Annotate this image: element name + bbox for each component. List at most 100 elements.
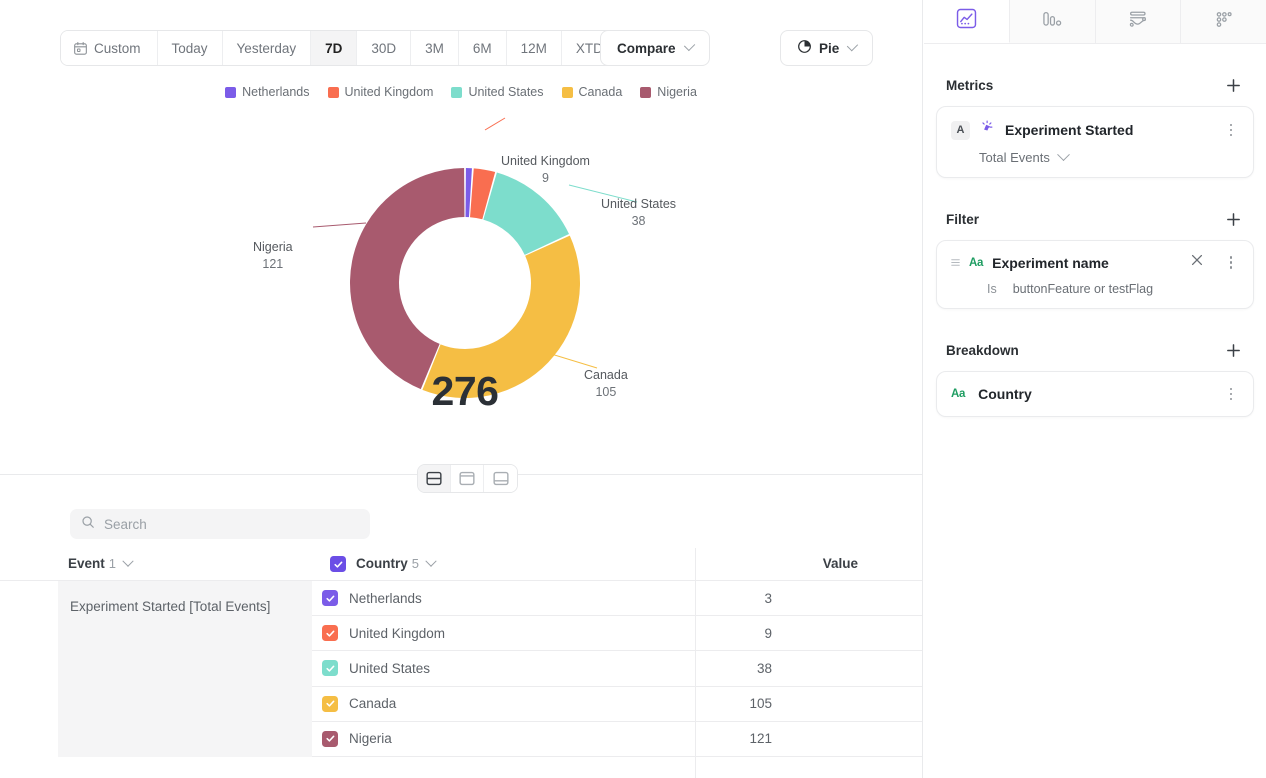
drag-handle-icon[interactable] bbox=[951, 257, 960, 269]
add-filter-button[interactable] bbox=[1222, 208, 1244, 230]
column-header-event[interactable]: Event1 bbox=[0, 555, 330, 573]
search-input[interactable] bbox=[104, 517, 359, 532]
remove-filter-button[interactable] bbox=[1190, 253, 1204, 272]
row-label: United Kingdom bbox=[349, 626, 445, 641]
date-range-label: 3M bbox=[425, 41, 444, 56]
row-value: 121 bbox=[609, 731, 836, 746]
add-breakdown-button[interactable] bbox=[1222, 339, 1244, 361]
row-value: 3 bbox=[609, 591, 836, 606]
date-range-today-button[interactable]: Today bbox=[158, 31, 223, 65]
table-row-name-cell: United States bbox=[312, 660, 609, 676]
tab-bar-chart[interactable] bbox=[1010, 0, 1096, 43]
compare-button[interactable]: Compare bbox=[600, 30, 710, 66]
chart-type-button[interactable]: Pie bbox=[780, 30, 873, 66]
search-icon bbox=[81, 515, 95, 534]
add-metric-button[interactable] bbox=[1222, 74, 1244, 96]
donut-slice-label-value: 38 bbox=[601, 213, 676, 230]
date-range-label: 12M bbox=[521, 41, 547, 56]
filter-options-button[interactable] bbox=[1223, 256, 1239, 269]
donut-slice-label-value: 121 bbox=[253, 256, 293, 273]
table-row-name-cell: Netherlands bbox=[312, 590, 609, 606]
donut-total-value: 276 bbox=[415, 368, 515, 415]
breakdown-options-button[interactable] bbox=[1223, 388, 1239, 401]
donut-slice-label: Nigeria 121 bbox=[253, 239, 293, 273]
legend-item[interactable]: Nigeria bbox=[640, 85, 697, 99]
row-value: 38 bbox=[609, 661, 836, 676]
date-range-6m-button[interactable]: 6M bbox=[459, 31, 507, 65]
tab-line-chart[interactable] bbox=[924, 0, 1010, 43]
date-range-30d-button[interactable]: 30D bbox=[357, 31, 411, 65]
column-header-country[interactable]: Country5 bbox=[330, 555, 695, 573]
row-checkbox[interactable] bbox=[322, 696, 338, 712]
donut-slice-label: Canada105 bbox=[584, 367, 628, 401]
legend-label: United States bbox=[468, 85, 543, 99]
chevron-down-icon bbox=[847, 40, 858, 51]
row-checkbox[interactable] bbox=[322, 625, 338, 641]
legend-item[interactable]: United States bbox=[451, 85, 543, 99]
breakdown-section-header: Breakdown bbox=[924, 333, 1266, 367]
layout-split-view-button[interactable] bbox=[418, 465, 451, 492]
legend-item[interactable]: Canada bbox=[562, 85, 623, 99]
filter-section-header: Filter bbox=[924, 202, 1266, 236]
breakdown-title: Breakdown bbox=[946, 343, 1019, 358]
report-type-tabs bbox=[924, 0, 1266, 44]
calendar-icon bbox=[73, 41, 88, 56]
tab-dots-grid[interactable] bbox=[1181, 0, 1266, 43]
date-range-custom-button[interactable]: Custom bbox=[61, 31, 158, 65]
donut-chart: 276 United Kingdom9United States38Canada… bbox=[0, 110, 922, 440]
tab-funnel-flow[interactable] bbox=[1096, 0, 1182, 43]
event-cell[interactable]: Experiment Started [Total Events] bbox=[58, 581, 312, 757]
layout-top-panel-button[interactable] bbox=[451, 465, 484, 492]
legend-item[interactable]: Netherlands bbox=[225, 85, 309, 99]
chevron-down-icon bbox=[683, 39, 695, 51]
date-range-selector[interactable]: CustomTodayYesterday7D30D3M6M12MXTD bbox=[60, 30, 636, 66]
chevron-down-icon bbox=[122, 556, 133, 567]
breakdown-property-name: Country bbox=[978, 386, 1214, 402]
bar-chart-icon bbox=[1041, 9, 1063, 34]
layout-bottom-panel-button[interactable] bbox=[484, 465, 517, 492]
metric-aggregation-select[interactable]: Total Events bbox=[979, 150, 1239, 165]
table-row[interactable]: Netherlands 3 bbox=[312, 581, 922, 616]
metrics-section-header: Metrics bbox=[924, 68, 1266, 102]
row-checkbox[interactable] bbox=[322, 731, 338, 747]
filter-value[interactable]: buttonFeature or testFlag bbox=[1013, 282, 1153, 296]
donut-slice-label-name: United States bbox=[601, 197, 676, 211]
search-box[interactable] bbox=[70, 509, 370, 539]
legend-swatch bbox=[225, 87, 236, 98]
column-header-value[interactable]: Value bbox=[695, 555, 922, 573]
metric-card[interactable]: A Experiment Started Total Events bbox=[936, 106, 1254, 178]
results-table: Event1 Country5 Value Experiment Start bbox=[0, 548, 922, 757]
layout-toggle-group[interactable] bbox=[417, 464, 518, 493]
legend-item[interactable]: United Kingdom bbox=[328, 85, 434, 99]
chart-toolbar: CustomTodayYesterday7D30D3M6M12MXTD Comp… bbox=[0, 30, 922, 66]
date-range-label: 7D bbox=[325, 41, 342, 56]
donut-slice-label-name: Nigeria bbox=[253, 240, 293, 254]
legend-swatch bbox=[640, 87, 651, 98]
date-range-yesterday-button[interactable]: Yesterday bbox=[223, 31, 312, 65]
metric-options-button[interactable] bbox=[1223, 124, 1239, 137]
row-label: Canada bbox=[349, 696, 396, 711]
date-range-3m-button[interactable]: 3M bbox=[411, 31, 459, 65]
table-row[interactable]: United States38 bbox=[312, 651, 922, 686]
column-header-event-label: Event bbox=[68, 556, 105, 571]
breakdown-card[interactable]: Aa Country bbox=[936, 371, 1254, 417]
table-row[interactable]: Nigeria121 bbox=[312, 722, 922, 757]
chevron-down-icon bbox=[425, 556, 436, 567]
row-checkbox[interactable] bbox=[322, 660, 338, 676]
country-select-all-checkbox[interactable] bbox=[330, 556, 346, 572]
leader-line bbox=[548, 353, 597, 368]
legend-label: Netherlands bbox=[242, 85, 309, 99]
row-label: Netherlands bbox=[349, 591, 422, 606]
breakdown-rows-column: Netherlands3United Kingdom9United States… bbox=[312, 581, 922, 757]
date-range-12m-button[interactable]: 12M bbox=[507, 31, 562, 65]
legend-label: United Kingdom bbox=[345, 85, 434, 99]
row-value: 105 bbox=[609, 696, 836, 711]
row-checkbox[interactable] bbox=[322, 590, 338, 606]
filter-card[interactable]: Aa Experiment name Is buttonFeature or t… bbox=[936, 240, 1254, 309]
table-header-row: Event1 Country5 Value bbox=[0, 548, 922, 581]
table-row[interactable]: United Kingdom9 bbox=[312, 616, 922, 651]
legend-label: Canada bbox=[579, 85, 623, 99]
table-row[interactable]: Canada 105 bbox=[312, 687, 922, 722]
date-range-7d-button[interactable]: 7D bbox=[311, 31, 357, 65]
chevron-down-icon bbox=[1057, 148, 1070, 161]
